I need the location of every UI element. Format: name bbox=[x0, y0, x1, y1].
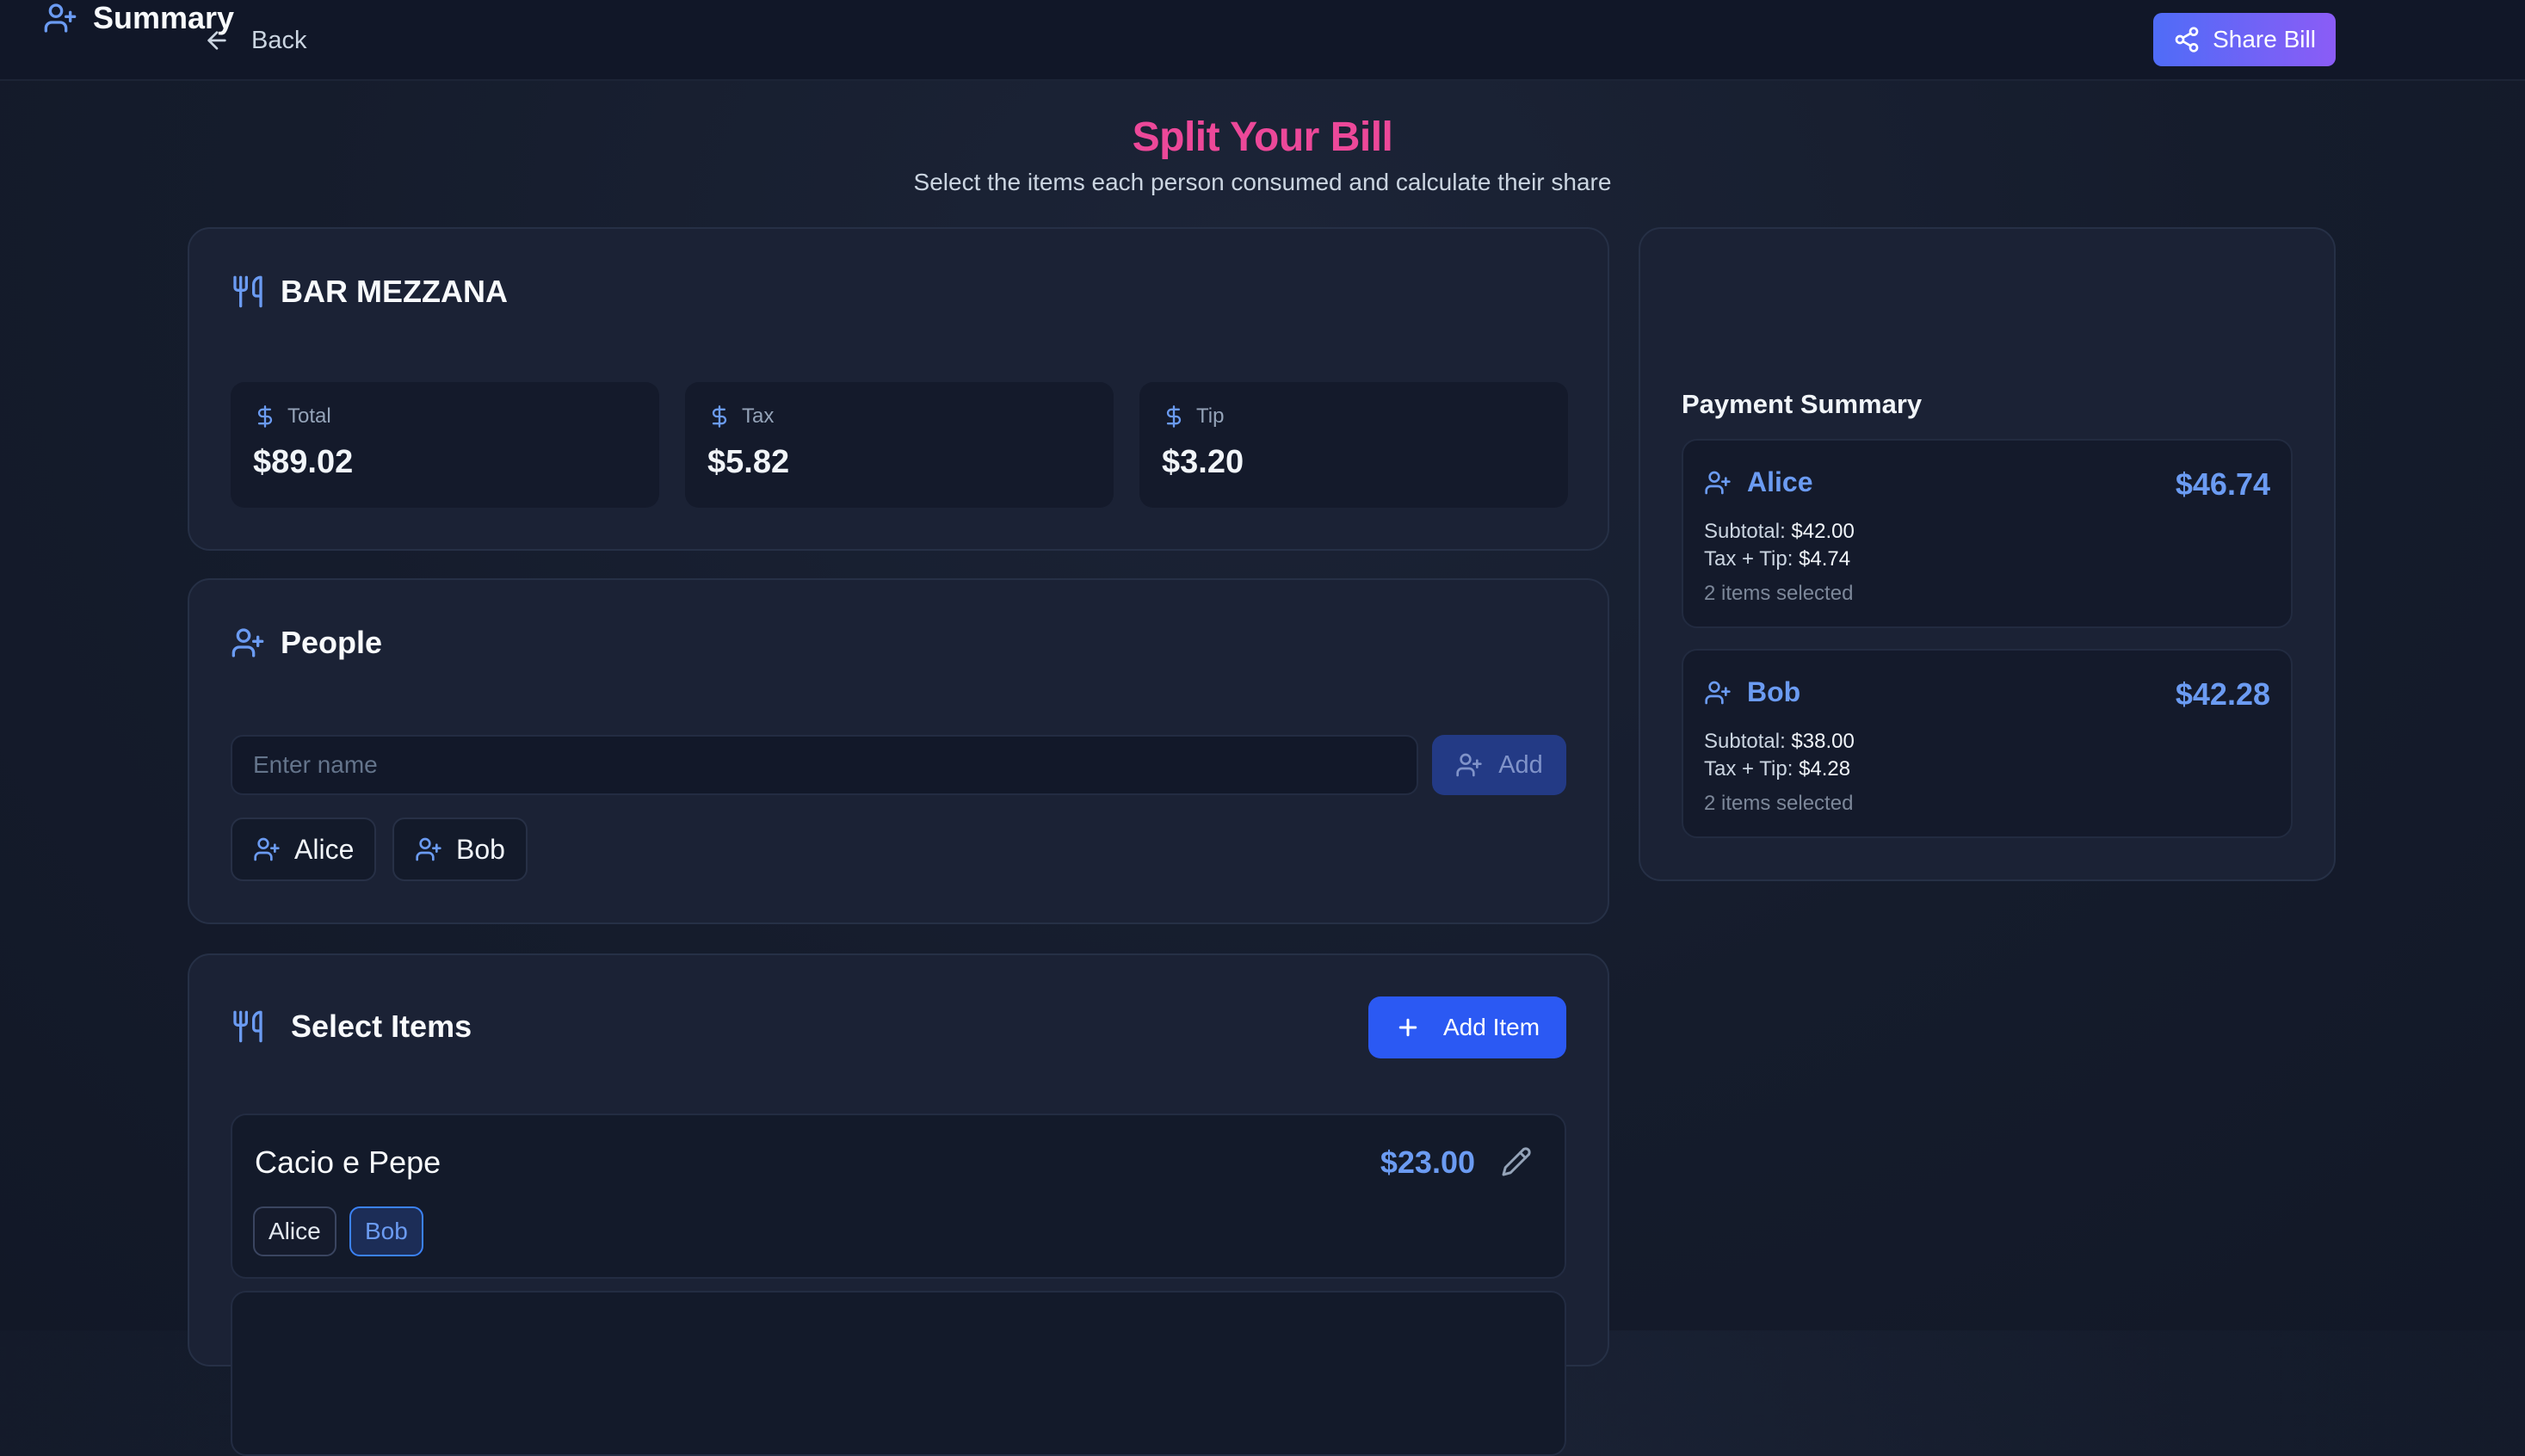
payer-name: Alice bbox=[1747, 466, 1813, 497]
subtotal-value: $38.00 bbox=[1791, 730, 1855, 753]
payment-card-alice: Alice $46.74 Subtotal: $42.00 Tax + Tip:… bbox=[1682, 439, 2293, 628]
tip-stat: Tip $3.20 bbox=[1139, 382, 1568, 508]
taxtip-value: $4.74 bbox=[1799, 547, 1851, 571]
utensils-icon bbox=[233, 1010, 262, 1043]
subtotal-label: Subtotal: bbox=[1704, 730, 1786, 753]
tip-value: $3.20 bbox=[1162, 444, 1244, 480]
items-title: Select Items bbox=[291, 1009, 472, 1044]
assignee-tag-alice[interactable]: Alice bbox=[253, 1206, 336, 1256]
share-bill-label: Share Bill bbox=[2213, 26, 2316, 52]
taxtip-label: Tax + Tip: bbox=[1704, 757, 1793, 780]
add-item-label: Add Item bbox=[1442, 1014, 1540, 1040]
people-title: People bbox=[281, 625, 383, 660]
subtotal-label: Subtotal: bbox=[1704, 520, 1786, 543]
user-plus-icon bbox=[232, 628, 264, 657]
assignee-tag-bob[interactable]: Bob bbox=[349, 1206, 423, 1256]
user-plus-icon bbox=[1705, 471, 1731, 494]
total-label: Total bbox=[287, 404, 331, 428]
items-selected-count: 2 items selected bbox=[1704, 582, 1854, 605]
item-price: $23.00 bbox=[1380, 1144, 1475, 1180]
person-chip-bob[interactable]: Bob bbox=[392, 817, 528, 881]
person-chip-alice[interactable]: Alice bbox=[231, 817, 377, 881]
utensils-icon bbox=[233, 275, 262, 308]
page-title: Split Your Bill bbox=[1132, 114, 1393, 160]
share-bill-button[interactable]: Share Bill bbox=[2153, 13, 2336, 66]
taxtip-label: Tax + Tip: bbox=[1704, 547, 1793, 571]
payment-card-bob: Bob $42.28 Subtotal: $38.00 Tax + Tip: $… bbox=[1682, 649, 2293, 838]
person-chip-label: Bob bbox=[456, 833, 505, 865]
share-icon bbox=[2175, 27, 2199, 52]
tax-label: Tax bbox=[742, 404, 775, 428]
item-row bbox=[231, 1291, 1566, 1456]
user-plus-icon bbox=[44, 3, 77, 33]
payer-total: $42.28 bbox=[2175, 676, 2270, 712]
taxtip-value: $4.28 bbox=[1799, 757, 1851, 780]
user-plus-icon bbox=[1705, 681, 1731, 704]
restaurant-name: BAR MEZZANA bbox=[281, 274, 508, 309]
items-header: Select Items bbox=[231, 1009, 472, 1045]
summary-title: Summary bbox=[93, 0, 235, 35]
item-name: Cacio e Pepe bbox=[255, 1144, 441, 1180]
dollar-icon bbox=[1166, 405, 1182, 428]
subtotal-value: $42.00 bbox=[1791, 520, 1855, 543]
user-plus-icon bbox=[1456, 753, 1482, 777]
tax-value: $5.82 bbox=[707, 444, 790, 480]
people-header: People bbox=[231, 625, 382, 661]
user-plus-icon bbox=[254, 837, 280, 861]
page-subtitle: Select the items each person consumed an… bbox=[913, 169, 1612, 195]
total-stat: Total $89.02 bbox=[231, 382, 659, 508]
payer-total: $46.74 bbox=[2175, 466, 2270, 502]
dollar-icon bbox=[257, 405, 273, 428]
tax-stat: Tax $5.82 bbox=[685, 382, 1114, 508]
item-row: Cacio e Pepe $23.00 Alice Bob bbox=[231, 1114, 1566, 1279]
summary-header: Summary bbox=[43, 0, 234, 36]
name-input[interactable] bbox=[231, 735, 1418, 795]
back-label: Back bbox=[251, 26, 307, 54]
top-bar: Back Share Bill bbox=[0, 0, 2525, 81]
add-item-button[interactable]: Add Item bbox=[1368, 996, 1566, 1058]
restaurant-header: BAR MEZZANA bbox=[231, 274, 508, 310]
items-selected-count: 2 items selected bbox=[1704, 792, 1854, 815]
tip-label: Tip bbox=[1196, 404, 1225, 428]
total-value: $89.02 bbox=[253, 444, 354, 480]
add-person-label: Add bbox=[1498, 750, 1543, 779]
add-person-button[interactable]: Add bbox=[1432, 735, 1566, 795]
person-chip-label: Alice bbox=[294, 833, 355, 865]
plus-icon bbox=[1398, 1018, 1417, 1037]
payer-name: Bob bbox=[1747, 676, 1801, 707]
payment-summary-title: Payment Summary bbox=[1682, 389, 1923, 419]
user-plus-icon bbox=[416, 837, 441, 861]
dollar-icon bbox=[712, 405, 727, 428]
pencil-icon[interactable] bbox=[1501, 1146, 1532, 1177]
